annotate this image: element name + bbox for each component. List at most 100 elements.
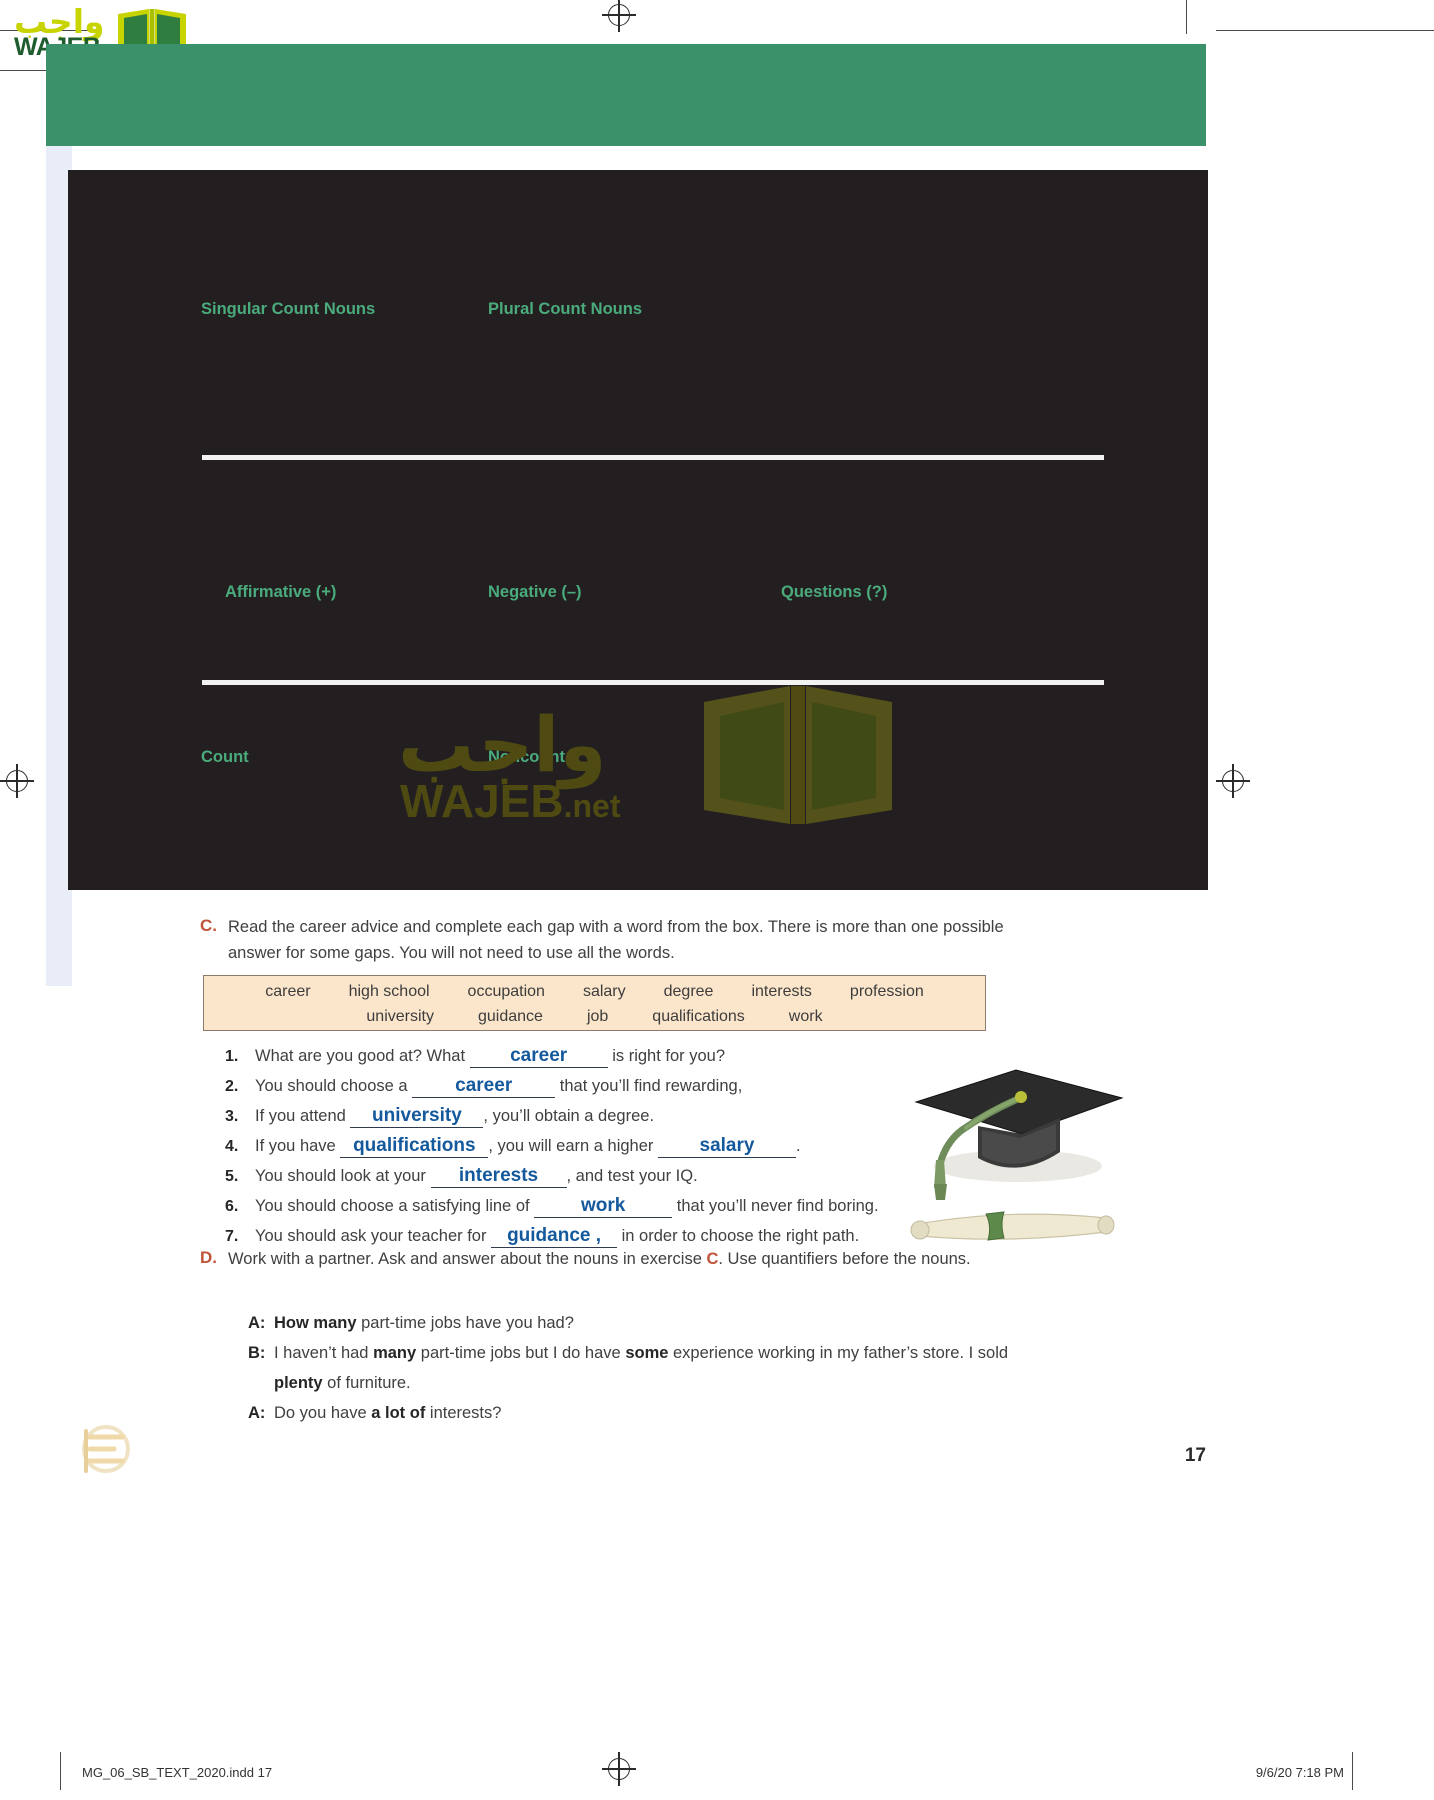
registration-mark-bottom — [602, 1752, 636, 1786]
dialogue-line: B: I haven’t had many part-time jobs but … — [248, 1338, 1058, 1368]
exercise-c: C. Read the career advice and complete e… — [200, 914, 1100, 966]
dialogue-speaker: A: — [248, 1314, 266, 1332]
exercise-d-reference: C — [706, 1250, 719, 1268]
item-number: 3. — [225, 1108, 239, 1125]
exercise-d-dialogue: A: How many part-time jobs have you had? B… — [248, 1308, 1058, 1428]
word-bank-item: interests — [751, 983, 812, 1000]
dialogue-quantifier: many — [373, 1344, 417, 1362]
item-number: 4. — [225, 1138, 239, 1155]
dialogue-line: A: Do you have a lot of interests? — [248, 1398, 1058, 1428]
exercise-c-item: 5. You should look at your interests, and… — [225, 1161, 925, 1191]
word-bank-row-1: career high school occupation salary degree i… — [204, 976, 985, 1004]
dialogue-text: part-time jobs have you had? — [356, 1314, 574, 1332]
exercise-c-item: 2. You should choose a career that you’ll… — [225, 1071, 925, 1101]
panel-watermark-latin: WAJEB.net — [400, 775, 621, 827]
item-number: 6. — [225, 1198, 239, 1215]
exercise-d: D. Work with a partner. Ask and answer a… — [200, 1246, 1100, 1272]
dialogue-text: interests? — [425, 1404, 502, 1422]
word-bank-item: job — [586, 1008, 609, 1025]
heading-count: Count — [201, 748, 249, 766]
heading-plural-count-nouns: Plural Count Nouns — [488, 300, 642, 318]
exercise-c-item: 4. If you have qualifications, you will e… — [225, 1131, 925, 1161]
answer-blank[interactable]: career — [412, 1075, 556, 1098]
word-bank-item: profession — [849, 983, 924, 1000]
item-text-after: that you’ll find rewarding, — [555, 1077, 743, 1095]
heading-singular-count-nouns: Singular Count Nouns — [201, 300, 376, 318]
item-text-before: If you attend — [255, 1107, 351, 1125]
item-number: 1. — [225, 1048, 239, 1065]
dialogue-quantifier: a lot of — [371, 1404, 426, 1422]
exercise-c-items: 1. What are you good at? What career is r… — [225, 1041, 925, 1251]
exercise-d-instruction-post: . Use quantifiers before the nouns. — [718, 1250, 971, 1268]
graduation-cap-diploma-illustration — [910, 1069, 1124, 1241]
item-number: 2. — [225, 1078, 239, 1095]
registration-mark-right — [1216, 764, 1250, 798]
dialogue-quantifier: plenty — [274, 1374, 323, 1392]
dialogue-speaker: A: — [248, 1404, 266, 1422]
word-bank-box: career high school occupation salary degree i… — [203, 975, 986, 1031]
answer-blank[interactable]: career — [469, 1045, 608, 1068]
dialogue-text: Do you have — [274, 1404, 372, 1422]
item-text-before: If you have — [255, 1137, 341, 1155]
dialogue-line: plenty of furniture. — [248, 1368, 1058, 1398]
answer-blank[interactable]: guidance , — [491, 1225, 618, 1248]
panel-watermark: واجب WAJEB.net — [398, 686, 892, 880]
panel-divider-1 — [202, 455, 1104, 460]
item-text-after: , and test your IQ. — [566, 1167, 698, 1185]
crop-line-vertical-right — [1186, 0, 1188, 34]
word-bank-item: salary — [582, 983, 626, 1000]
crop-line-top-right — [1216, 30, 1434, 32]
exercise-c-instructions: Read the career advice and complete each… — [228, 914, 1100, 966]
dialogue-line: A: How many part-time jobs have you had? — [248, 1308, 1058, 1338]
word-bank-item: career — [265, 983, 311, 1000]
word-bank-row-2: university guidance job qualifications work — [204, 1004, 985, 1029]
dialogue-text: part-time jobs but I do have — [416, 1344, 626, 1362]
item-text-before: You should look at your — [255, 1167, 431, 1185]
footer-timestamp: 9/6/20 7:18 PM — [1255, 1765, 1344, 1780]
page-number: 17 — [1184, 1445, 1206, 1466]
corner-ornament-icon — [82, 1425, 130, 1473]
item-text-after: , you will earn a higher — [488, 1137, 658, 1155]
exercise-d-letter: D. — [200, 1248, 217, 1267]
word-bank-item: guidance — [477, 1008, 543, 1025]
answer-blank[interactable]: university — [350, 1105, 484, 1128]
answer-blank[interactable]: interests — [430, 1165, 567, 1188]
dialogue-text: of furniture. — [322, 1374, 411, 1392]
dialogue-text: experience working in my father’s store.… — [668, 1344, 1009, 1362]
item-text-before: What are you good at? What — [255, 1047, 470, 1065]
grammar-reference-panel: Singular Count Nouns Plural Count Nouns … — [68, 170, 1208, 890]
heading-affirmative: Affirmative (+) — [225, 583, 337, 601]
item-text-before: You should choose a satisfying line of — [255, 1197, 535, 1215]
word-bank-item: degree — [663, 983, 714, 1000]
dialogue-quantifier: How many — [274, 1314, 357, 1332]
word-bank-item: work — [788, 1008, 823, 1025]
answer-blank[interactable]: work — [534, 1195, 673, 1218]
heading-negative: Negative (–) — [488, 583, 582, 601]
exercise-c-instruction-line-1: Read the career advice and complete each… — [228, 918, 1004, 936]
word-bank-item: occupation — [467, 983, 545, 1000]
exercise-c-item: 6. You should choose a satisfying line of… — [225, 1191, 925, 1221]
item-number: 5. — [225, 1168, 239, 1185]
footer-file-label: MG_06_SB_TEXT_2020.indd 17 — [82, 1765, 273, 1780]
registration-mark-left — [0, 764, 34, 798]
item-text-after: , you’ll obtain a degree. — [483, 1107, 655, 1125]
item-text-after: that you’ll never find boring. — [672, 1197, 879, 1215]
exercise-c-item: 1. What are you good at? What career is r… — [225, 1041, 925, 1071]
answer-blank[interactable]: salary — [658, 1135, 796, 1158]
section-header-band — [46, 44, 1206, 146]
dialogue-speaker: B: — [248, 1344, 266, 1362]
registration-mark-top — [602, 0, 636, 32]
item-text-before: You should ask your teacher for — [255, 1227, 492, 1245]
crop-line-left-vertical — [60, 1752, 62, 1790]
crop-line-right-vertical — [1352, 1752, 1354, 1790]
heading-questions: Questions (?) — [781, 583, 888, 601]
word-bank-item: high school — [348, 983, 430, 1000]
item-text-after: in order to choose the right path. — [617, 1227, 860, 1245]
panel-watermark-book-icon — [704, 686, 892, 824]
item-text-before: You should choose a — [255, 1077, 413, 1095]
dialogue-quantifier: some — [625, 1344, 669, 1362]
exercise-d-instruction-pre: Work with a partner. Ask and answer abou… — [228, 1250, 707, 1268]
answer-blank[interactable]: qualifications — [340, 1135, 489, 1158]
dialogue-text: I haven’t had — [274, 1344, 374, 1362]
exercise-d-instructions: Work with a partner. Ask and answer abou… — [228, 1246, 1100, 1272]
